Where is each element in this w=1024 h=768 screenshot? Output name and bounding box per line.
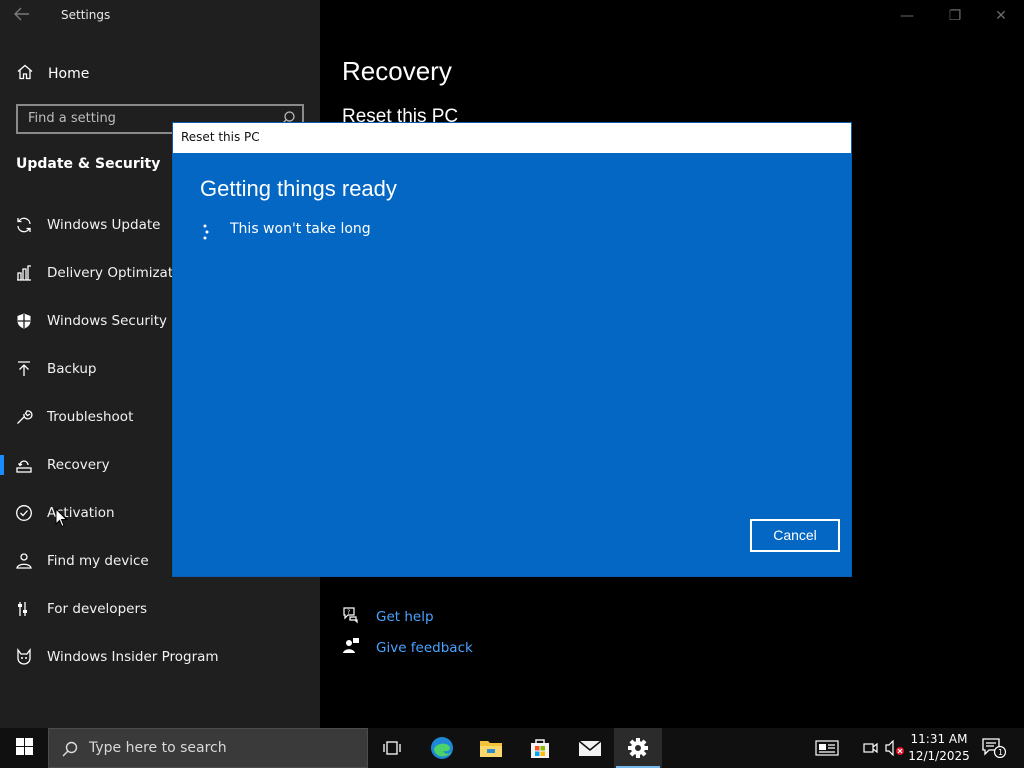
- insider-cat-icon: [15, 648, 33, 666]
- sidebar-item-label: Windows Insider Program: [47, 649, 219, 665]
- start-button[interactable]: [0, 728, 48, 768]
- meet-now-icon[interactable]: [860, 728, 882, 768]
- store-icon[interactable]: [516, 728, 564, 768]
- reset-pc-dialog: Reset this PC Getting things ready This …: [172, 122, 852, 577]
- shield-icon: [15, 312, 33, 330]
- developer-sliders-icon: [15, 600, 33, 618]
- loading-spinner-icon: [201, 223, 211, 241]
- sidebar-item-label: Recovery: [47, 457, 110, 473]
- home-icon: [16, 63, 34, 85]
- sidebar-item-label: Windows Update: [47, 217, 161, 233]
- page-title: Recovery: [342, 56, 452, 86]
- maximize-icon[interactable]: ❐: [932, 4, 978, 28]
- taskbar-search-box[interactable]: Type here to search: [48, 728, 368, 768]
- taskbar: Type here to search 11:31 AM 12/1/2025 1: [0, 728, 1024, 768]
- dialog-heading: Getting things ready: [200, 176, 397, 201]
- backup-arrow-icon: [15, 360, 33, 378]
- get-help-link[interactable]: ? Get help: [342, 606, 434, 628]
- give-feedback-label: Give feedback: [376, 640, 473, 656]
- cancel-button[interactable]: Cancel: [750, 519, 840, 552]
- action-center-icon[interactable]: 1: [978, 728, 1010, 768]
- taskbar-search-placeholder: Type here to search: [89, 740, 227, 756]
- section-title: Update & Security: [16, 156, 161, 172]
- person-location-icon: [15, 552, 33, 570]
- system-clock[interactable]: 11:31 AM 12/1/2025: [906, 731, 972, 765]
- sidebar-item-label: Find my device: [47, 553, 149, 569]
- refresh-icon: [15, 216, 33, 234]
- window-title: Settings: [61, 8, 111, 22]
- notification-count: 1: [998, 748, 1003, 757]
- file-explorer-icon[interactable]: [467, 728, 515, 768]
- dialog-title: Reset this PC: [181, 130, 260, 144]
- check-circle-icon: [15, 504, 33, 522]
- edge-icon[interactable]: [418, 728, 466, 768]
- help-chat-icon: ?: [342, 606, 360, 628]
- search-icon: [61, 740, 79, 758]
- mail-icon[interactable]: [566, 728, 614, 768]
- sidebar-item-for-developers[interactable]: For developers: [0, 589, 320, 629]
- sidebar-item-label: Windows Security: [47, 313, 167, 329]
- delivery-optimization-icon: [15, 264, 33, 282]
- search-placeholder: Find a setting: [28, 111, 116, 126]
- volume-muted-icon[interactable]: [884, 728, 906, 768]
- recovery-icon: [15, 456, 33, 474]
- get-help-label: Get help: [376, 609, 434, 625]
- clock-time: 11:31 AM: [910, 732, 968, 746]
- dialog-titlebar: Reset this PC: [173, 123, 851, 153]
- settings-gear-icon[interactable]: [614, 728, 662, 768]
- mouse-cursor-icon: [55, 507, 69, 528]
- sidebar-item-label: Troubleshoot: [47, 409, 134, 425]
- news-widget-icon[interactable]: [810, 728, 844, 768]
- task-view-icon[interactable]: [368, 728, 416, 768]
- sidebar-item-windows-insider-program[interactable]: Windows Insider Program: [0, 637, 320, 677]
- windows-logo-icon: [15, 737, 33, 759]
- close-icon[interactable]: ✕: [978, 4, 1024, 28]
- sidebar-item-label: Backup: [47, 361, 97, 377]
- minimize-icon[interactable]: —: [884, 4, 930, 28]
- back-arrow-icon[interactable]: [14, 6, 36, 26]
- svg-text:?: ?: [347, 609, 350, 616]
- home-nav-item[interactable]: Home: [16, 62, 89, 86]
- feedback-person-icon: [342, 637, 360, 659]
- home-label: Home: [48, 66, 90, 82]
- dialog-status: This won't take long: [230, 221, 371, 237]
- give-feedback-link[interactable]: Give feedback: [342, 637, 473, 659]
- sidebar-item-label: For developers: [47, 601, 148, 617]
- clock-date: 12/1/2025: [908, 749, 970, 763]
- wrench-icon: [15, 408, 33, 426]
